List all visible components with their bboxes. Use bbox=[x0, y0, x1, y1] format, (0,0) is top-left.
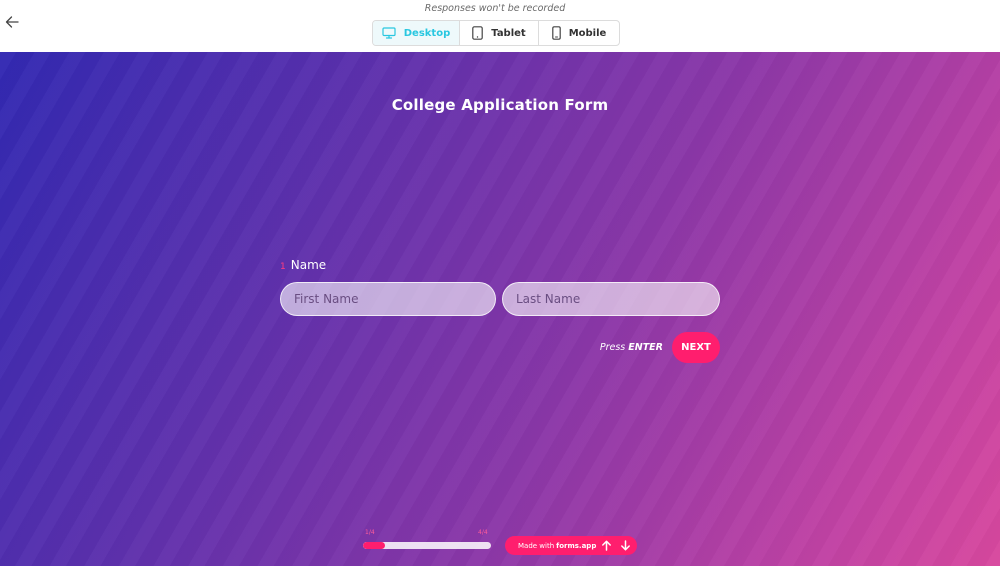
mobile-icon bbox=[551, 26, 561, 40]
press-enter-prefix: Press bbox=[599, 342, 626, 353]
device-tab-label: Mobile bbox=[568, 27, 607, 39]
question-text: Name bbox=[290, 258, 327, 272]
device-tab-mobile[interactable]: Mobile bbox=[539, 21, 619, 45]
device-tab-label: Desktop bbox=[403, 27, 451, 39]
progress-start-label: 1/4 bbox=[365, 529, 375, 536]
device-switcher: Desktop Tablet Mobile bbox=[372, 20, 620, 46]
preview-toolbar: Responses won't be recorded Desktop Tabl… bbox=[0, 0, 1000, 52]
progress-end-label: 4/4 bbox=[478, 529, 488, 536]
press-enter-hint: Press ENTER bbox=[560, 342, 663, 353]
device-tab-tablet[interactable]: Tablet bbox=[460, 21, 539, 45]
question-label: 1 Name bbox=[280, 258, 326, 272]
next-button[interactable]: NEXT bbox=[672, 332, 720, 363]
desktop-icon bbox=[382, 27, 396, 39]
device-tab-label: Tablet bbox=[491, 27, 526, 39]
arrow-down-icon[interactable] bbox=[620, 540, 631, 551]
first-name-input[interactable] bbox=[280, 282, 496, 316]
progress-bar bbox=[363, 542, 491, 549]
preview-notice: Responses won't be recorded bbox=[424, 3, 566, 14]
branding-text: Made with forms.app bbox=[518, 542, 596, 550]
brand-name: forms.app bbox=[556, 541, 597, 550]
form-preview: College Application Form 1 Name Press ENT… bbox=[0, 52, 1000, 566]
last-name-input[interactable] bbox=[502, 282, 720, 316]
press-enter-key: ENTER bbox=[628, 342, 663, 353]
background-pattern bbox=[0, 52, 1000, 566]
arrow-up-icon[interactable] bbox=[601, 540, 612, 551]
forms-app-branding[interactable]: Made with forms.app bbox=[505, 536, 637, 555]
form-title: College Application Form bbox=[391, 96, 609, 114]
made-with-label: Made with bbox=[518, 541, 555, 550]
back-arrow-icon[interactable] bbox=[5, 15, 23, 35]
device-tab-desktop[interactable]: Desktop bbox=[373, 21, 460, 45]
tablet-icon bbox=[472, 26, 484, 40]
question-number: 1 bbox=[280, 262, 286, 272]
progress-fill bbox=[363, 542, 385, 549]
